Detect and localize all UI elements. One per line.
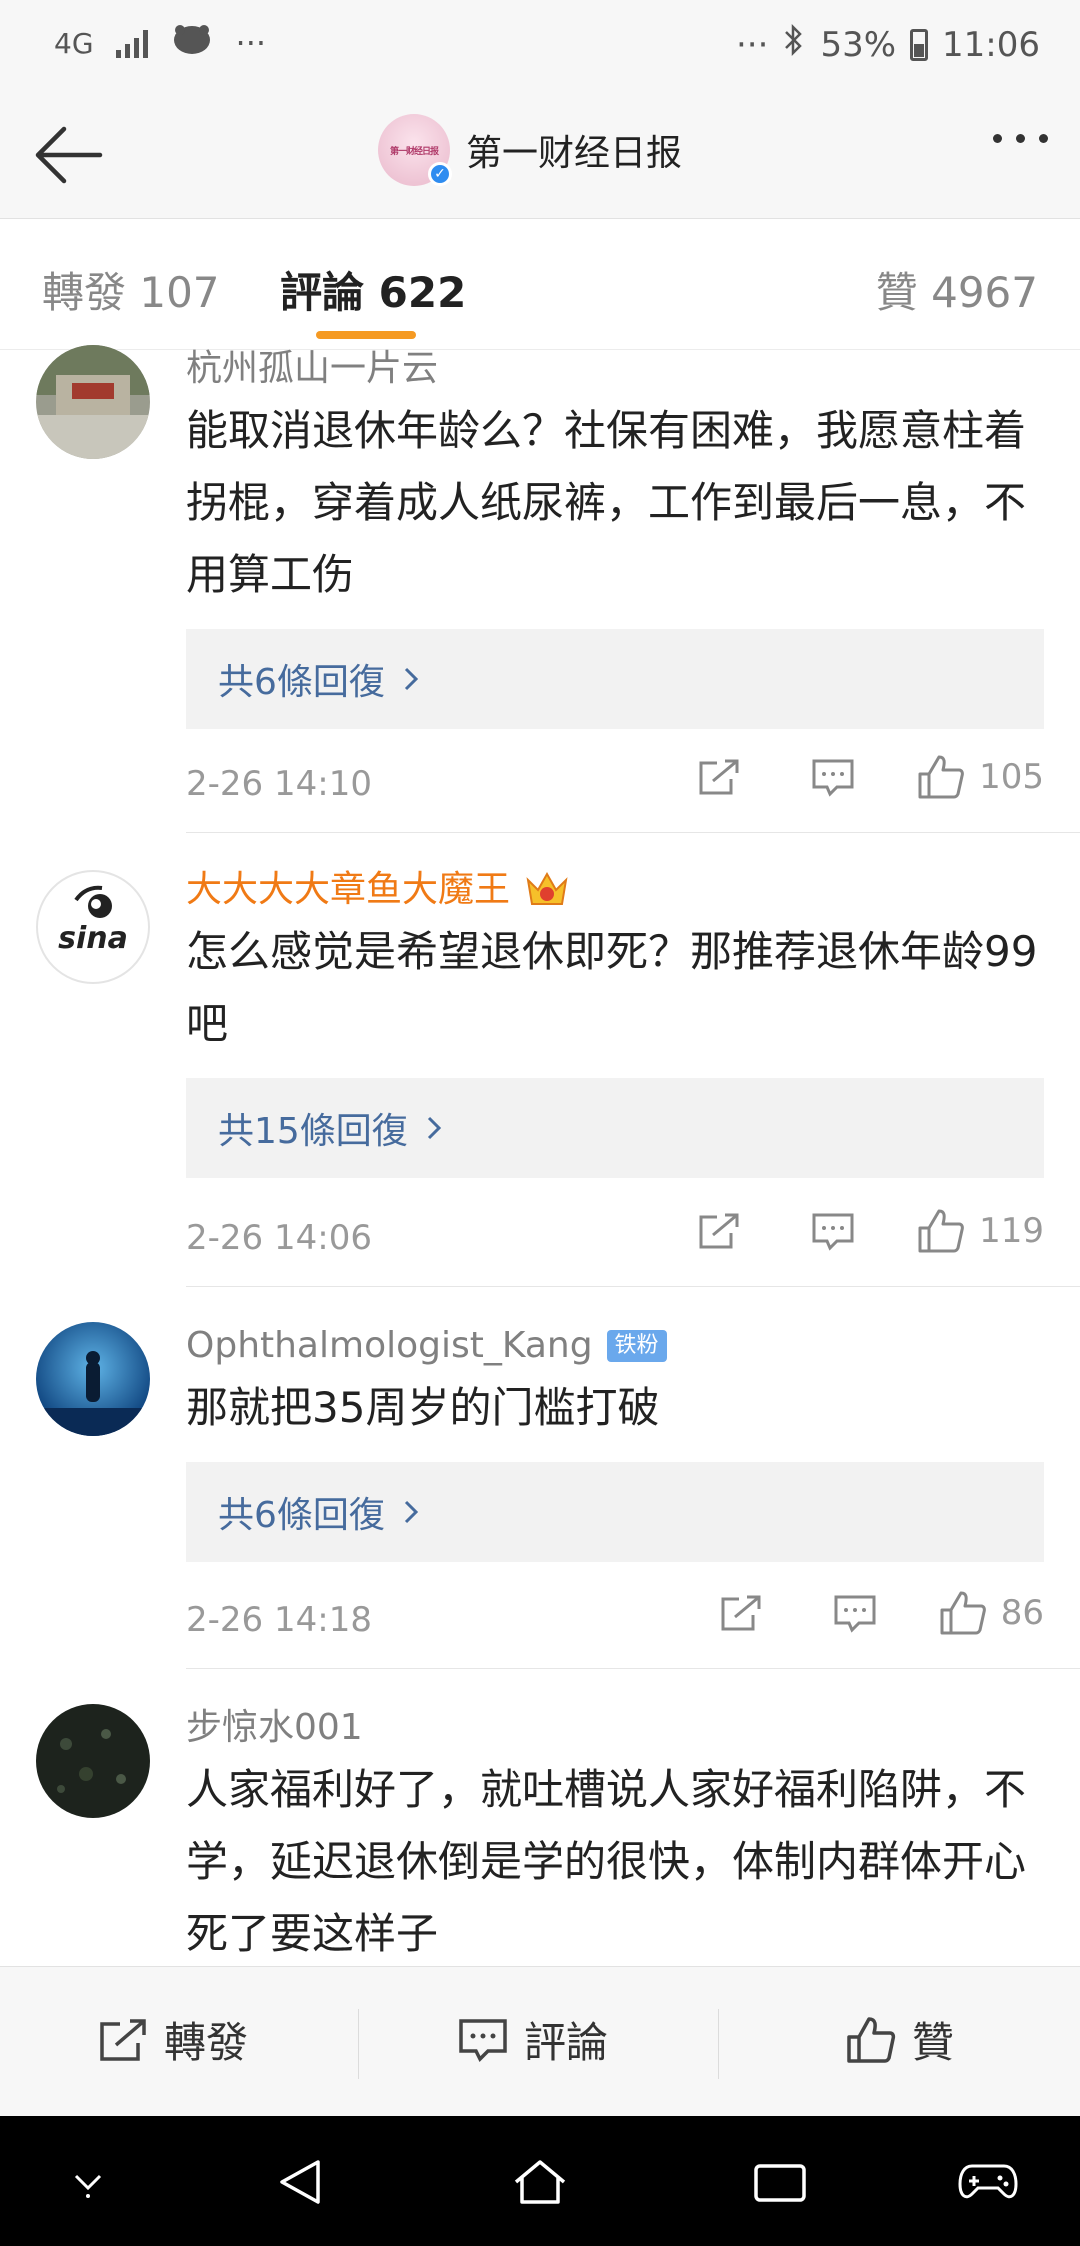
- game-tools-button[interactable]: [956, 2150, 1020, 2214]
- view-replies-button[interactable]: 共6條回復: [186, 1462, 1044, 1562]
- comment-divider: [186, 1668, 1080, 1669]
- more-notifications: ···: [235, 24, 267, 62]
- nav-home-button[interactable]: [508, 2150, 572, 2214]
- comment-meta: 2-26 14:06 119: [186, 1208, 1044, 1268]
- comment-text: 那就把35周岁的门槛打破: [186, 1383, 660, 1432]
- chevron-right-icon: [427, 1116, 441, 1140]
- reply-button[interactable]: [803, 757, 863, 797]
- tab-comment[interactable]: 評論 622: [280, 259, 466, 320]
- top-app-bar: 第一财经日报 ✓ 第一财经日报: [0, 90, 1080, 219]
- comment-meta: 2-26 14:10 105: [186, 754, 1044, 814]
- share-icon: [699, 1213, 739, 1249]
- back-arrow-icon: [35, 126, 103, 184]
- account-header[interactable]: 第一财经日报 ✓ 第一财经日报: [378, 114, 682, 186]
- tab-bar: 轉發 107 評論 622 贊 4967: [0, 219, 1080, 350]
- like-count: 119: [979, 1211, 1044, 1251]
- bluetooth-icon: [782, 22, 806, 67]
- account-avatar[interactable]: 第一财经日报 ✓: [378, 114, 452, 186]
- account-name: 第一财经日报: [466, 133, 683, 174]
- comment-username[interactable]: 步惊水001: [186, 1704, 1044, 1752]
- more-options-button[interactable]: [993, 134, 1048, 143]
- like-button[interactable]: 86: [939, 1590, 1044, 1636]
- system-navigation-bar: [0, 2116, 1080, 2246]
- thumbs-up-icon: [918, 1209, 964, 1253]
- comment-time: 2-26 14:18: [186, 1600, 372, 1640]
- chevron-down-icon: [74, 2174, 102, 2198]
- signal-icon: [115, 28, 148, 58]
- reply-button[interactable]: [825, 1593, 885, 1633]
- comment-username[interactable]: 杭州孤山一片云: [186, 345, 1044, 393]
- like-button[interactable]: 105: [917, 754, 1044, 800]
- vip-crown-icon: [526, 871, 568, 905]
- comment-icon: [459, 2018, 507, 2062]
- thumbs-up-icon: [940, 1591, 986, 1635]
- repost-button[interactable]: 轉發: [98, 2009, 248, 2070]
- comment-divider: [186, 832, 1080, 833]
- app-notification-icon: [170, 22, 214, 64]
- nav-back-button[interactable]: [268, 2150, 332, 2214]
- comment-username[interactable]: Ophthalmologist_Kang 铁粉: [186, 1322, 1044, 1370]
- clock: 11:06: [942, 24, 1040, 65]
- share-icon: [100, 2018, 146, 2061]
- comment-action-button[interactable]: 評論: [458, 2009, 608, 2070]
- nav-recents-button[interactable]: [748, 2150, 812, 2214]
- comment-meta: 2-26 14:18 86: [186, 1590, 1044, 1650]
- comment-time: 2-26 14:06: [186, 1218, 372, 1258]
- comment-icon: [812, 1213, 854, 1251]
- verified-icon: ✓: [428, 162, 452, 186]
- chevron-right-icon: [404, 1500, 419, 1524]
- network-indicator: 4G: [54, 26, 94, 60]
- gamepad-icon: [958, 2164, 1018, 2199]
- svg-text:sina: sina: [58, 921, 128, 956]
- comment-icon: [812, 759, 854, 797]
- like-count: 105: [979, 757, 1044, 797]
- status-bar: 4G ··· ··· 53% 11:06: [0, 0, 1080, 90]
- like-button[interactable]: 119: [917, 1208, 1044, 1254]
- share-button[interactable]: [689, 757, 749, 797]
- like-action-button[interactable]: 贊: [846, 2009, 954, 2070]
- comment-time: 2-26 14:10: [186, 764, 372, 804]
- battery-icon: [910, 28, 929, 61]
- bottom-action-bar: 轉發 評論 贊: [0, 1966, 1080, 2117]
- more-status-icons: ···: [736, 24, 769, 65]
- back-button[interactable]: [28, 120, 108, 190]
- comment-text: 怎么感觉是希望退休即死？那推荐退休年龄99吧: [186, 927, 1038, 1048]
- tab-repost[interactable]: 轉發 107: [42, 259, 220, 320]
- comment-divider: [186, 1286, 1080, 1287]
- like-count: 86: [1000, 1593, 1044, 1633]
- user-avatar[interactable]: [36, 345, 150, 459]
- logo-text: 第一财经日报: [389, 146, 439, 157]
- tab-like[interactable]: 贊 4967: [876, 259, 1038, 320]
- comment-text: 人家福利好了，就吐槽说人家好福利陷阱，不学，延迟退休倒是学的很快，体制内群体开心…: [186, 1765, 1027, 1958]
- active-tab-indicator: [316, 331, 416, 339]
- recents-icon: [754, 2164, 806, 2202]
- thumbs-up-icon: [918, 755, 964, 799]
- reply-button[interactable]: [803, 1211, 863, 1251]
- share-button[interactable]: [689, 1211, 749, 1251]
- view-replies-button[interactable]: 共15條回復: [186, 1078, 1044, 1178]
- thumbs-up-icon: [847, 2016, 896, 2063]
- share-icon: [721, 1595, 761, 1631]
- chevron-right-icon: [404, 667, 419, 691]
- user-avatar[interactable]: [36, 1704, 150, 1818]
- comment-username[interactable]: 大大大大章鱼大魔王: [186, 866, 1044, 914]
- comment-icon: [834, 1595, 876, 1633]
- hide-keyboard-button[interactable]: [56, 2150, 120, 2214]
- share-button[interactable]: [711, 1593, 771, 1633]
- user-avatar[interactable]: [36, 1322, 150, 1436]
- home-icon: [514, 2160, 566, 2204]
- fan-badge: 铁粉: [606, 1330, 667, 1362]
- view-replies-button[interactable]: 共6條回復: [186, 629, 1044, 729]
- back-triangle-icon: [280, 2160, 320, 2204]
- share-icon: [699, 759, 739, 795]
- user-avatar[interactable]: sina: [36, 870, 150, 984]
- battery-percent: 53%: [820, 24, 897, 65]
- comment-text: 能取消退休年龄么？社保有困难，我愿意柱着拐棍，穿着成人纸尿裤，工作到最后一息，不…: [186, 406, 1027, 599]
